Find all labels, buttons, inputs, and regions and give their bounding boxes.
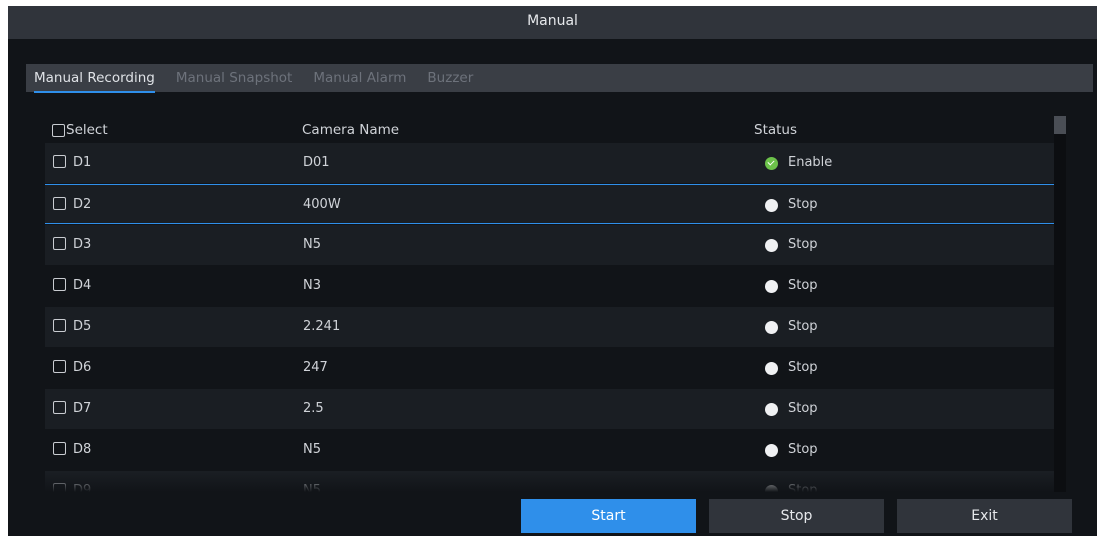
table-row[interactable]: D1 D01 Enable [45, 143, 1057, 183]
row-camera-name: 2.241 [303, 319, 341, 334]
tab-manual-alarm[interactable]: Manual Alarm [313, 64, 406, 92]
row-status: Enable [788, 155, 833, 170]
tab-manual-snapshot[interactable]: Manual Snapshot [176, 64, 292, 92]
row-checkbox[interactable] [53, 278, 66, 291]
table-row[interactable]: D5 2.241 Stop [45, 307, 1057, 347]
white-dot-icon [765, 362, 778, 375]
scrollbar-thumb[interactable] [1054, 116, 1066, 134]
row-channel-id: D2 [73, 197, 92, 212]
select-all-checkbox[interactable] [52, 124, 65, 137]
tab-buzzer[interactable]: Buzzer [427, 64, 473, 92]
tab-bar: Manual Recording Manual Snapshot Manual … [26, 64, 1093, 93]
row-camera-name: N3 [303, 278, 321, 293]
row-camera-name: N5 [303, 442, 321, 457]
row-checkbox[interactable] [53, 442, 66, 455]
row-channel-id: D4 [73, 278, 92, 293]
header-camera-name: Camera Name [302, 122, 400, 138]
table-row[interactable]: D3 N5 Stop [45, 225, 1057, 265]
table-row[interactable]: D6 247 Stop [45, 348, 1057, 388]
stop-button[interactable]: Stop [709, 499, 884, 533]
row-checkbox[interactable] [53, 197, 66, 210]
row-channel-id: D3 [73, 237, 92, 252]
row-channel-id: D5 [73, 319, 92, 334]
green-check-icon [765, 157, 778, 170]
camera-table: D1 D01 Enable D2 400W Stop D3 N5 Stop D4 N3 Stop D5 2… [45, 143, 1057, 492]
white-dot-icon [765, 280, 778, 293]
row-status: Stop [788, 237, 818, 252]
row-checkbox[interactable] [53, 237, 66, 250]
row-checkbox[interactable] [53, 360, 66, 373]
row-camera-name: D01 [303, 155, 330, 170]
white-dot-icon [765, 239, 778, 252]
table-row[interactable]: D8 N5 Stop [45, 430, 1057, 470]
row-status: Stop [788, 278, 818, 293]
table-row[interactable]: D4 N3 Stop [45, 266, 1057, 306]
start-button[interactable]: Start [521, 499, 696, 533]
white-dot-icon [765, 403, 778, 416]
table-header: Select Camera Name Status [52, 119, 1052, 141]
row-status: Stop [788, 197, 818, 212]
dialog-title: Manual [8, 6, 1097, 39]
row-checkbox[interactable] [53, 319, 66, 332]
row-status: Stop [788, 401, 818, 416]
row-channel-id: D8 [73, 442, 92, 457]
row-status: Stop [788, 319, 818, 334]
white-dot-icon [765, 199, 778, 212]
table-row[interactable]: D7 2.5 Stop [45, 389, 1057, 429]
row-channel-id: D1 [73, 155, 92, 170]
table-scrollbar[interactable] [1054, 116, 1066, 492]
white-dot-icon [765, 321, 778, 334]
header-status: Status [754, 122, 798, 138]
row-camera-name: 247 [303, 360, 328, 375]
header-select: Select [66, 122, 108, 138]
row-channel-id: D6 [73, 360, 92, 375]
exit-button[interactable]: Exit [897, 499, 1072, 533]
table-row[interactable]: D2 400W Stop [45, 184, 1057, 224]
row-camera-name: 400W [303, 197, 341, 212]
white-dot-icon [765, 444, 778, 457]
row-camera-name: N5 [303, 237, 321, 252]
row-checkbox[interactable] [53, 155, 66, 168]
row-status: Stop [788, 360, 818, 375]
manual-dialog: Manual Manual Recording Manual Snapshot … [8, 6, 1097, 536]
row-checkbox[interactable] [53, 401, 66, 414]
row-channel-id: D7 [73, 401, 92, 416]
row-camera-name: 2.5 [303, 401, 324, 416]
tab-manual-recording[interactable]: Manual Recording [34, 65, 155, 93]
row-status: Stop [788, 442, 818, 457]
